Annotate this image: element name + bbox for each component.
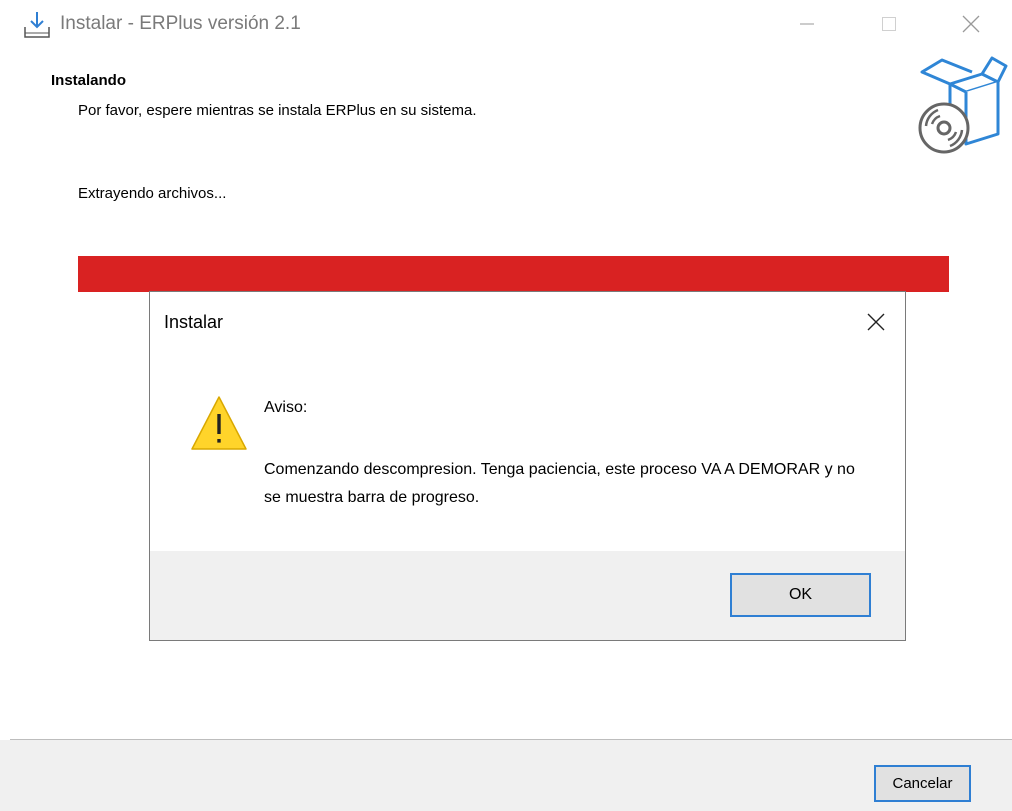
window-close-button[interactable] <box>946 0 996 48</box>
status-text: Extrayendo archivos... <box>78 185 227 202</box>
install-download-icon <box>24 12 50 38</box>
minimize-icon <box>800 23 814 25</box>
progress-bar <box>78 256 949 292</box>
maximize-button[interactable] <box>864 0 914 48</box>
title-bar: Instalar - ERPlus versión 2.1 <box>0 0 1012 52</box>
window-title: Instalar - ERPlus versión 2.1 <box>60 13 301 34</box>
minimize-button[interactable] <box>782 0 832 48</box>
close-icon <box>962 15 980 33</box>
dialog-close-button[interactable] <box>856 302 896 342</box>
software-box-disc-icon <box>918 56 1008 154</box>
footer-bar: Cancelar <box>0 740 1012 811</box>
dialog-message: Comenzando descompresion. Tenga pacienci… <box>264 461 855 506</box>
page-title: Instalando <box>51 72 127 89</box>
cancel-button[interactable]: Cancelar <box>874 765 971 802</box>
dialog-footer: OK <box>150 551 905 640</box>
ok-button[interactable]: OK <box>730 573 871 617</box>
dialog-heading: Aviso: <box>264 399 308 416</box>
progress-fill <box>78 256 949 292</box>
warning-icon <box>191 396 247 450</box>
dialog-title: Instalar <box>164 312 224 332</box>
page-subtitle: Por favor, espere mientras se instala ER… <box>78 102 477 119</box>
warning-dialog: Instalar Aviso: Comenzando descompresion… <box>149 291 906 641</box>
maximize-icon <box>882 17 896 31</box>
close-icon <box>867 313 885 331</box>
